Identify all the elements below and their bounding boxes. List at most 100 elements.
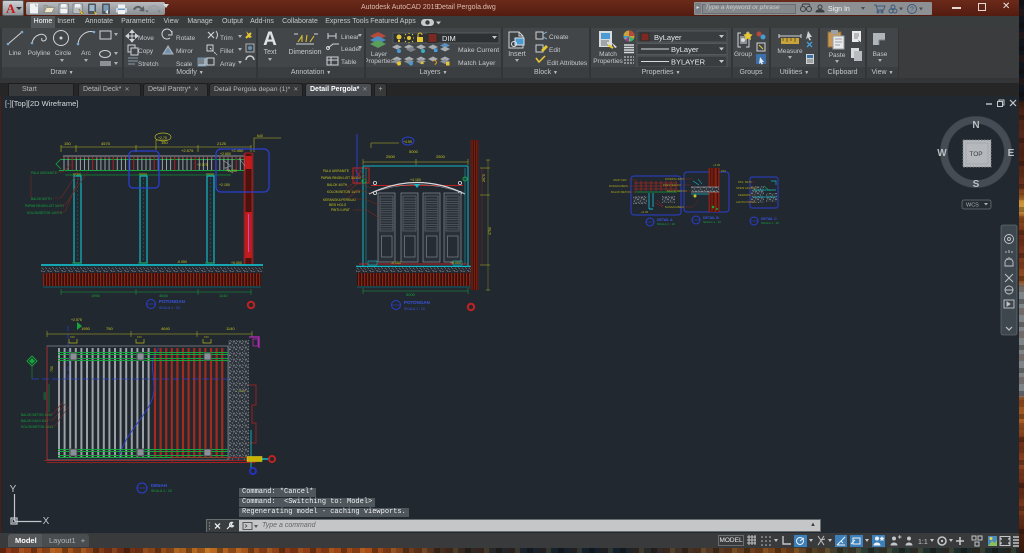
svg-text:PINTU LIPAT: PINTU LIPAT (331, 208, 350, 212)
svg-text:Line: Line (9, 50, 22, 57)
svg-text:5000: 5000 (409, 149, 419, 154)
svg-text:2500: 2500 (386, 154, 396, 159)
svg-text:Fillet: Fillet (220, 48, 234, 55)
svg-text:Arc: Arc (81, 50, 92, 57)
svg-text:WCS: WCS (966, 203, 979, 209)
svg-text:POTONGAN: POTONGAN (404, 300, 430, 305)
svg-text:KOLOM BETON 14/14: KOLOM BETON 14/14 (21, 425, 53, 429)
svg-text:SKALA 1 : 20: SKALA 1 : 20 (159, 306, 180, 310)
svg-text:+0.000: +0.000 (450, 261, 461, 265)
svg-text:PALU UKIRAN/TE: PALU UKIRAN/TE (323, 169, 349, 173)
svg-text:+0.45: +0.45 (238, 389, 246, 393)
svg-text:SKALA 1 : 20: SKALA 1 : 20 (151, 489, 172, 493)
svg-text:4640: 4640 (159, 293, 169, 298)
svg-text:N: N (972, 120, 979, 131)
svg-text:BALOK KAYU 6/12: BALOK KAYU 6/12 (21, 419, 48, 423)
svg-text:+4.150: +4.150 (410, 178, 421, 182)
svg-text:BYLAYER: BYLAYER (671, 58, 706, 67)
svg-text:2125: 2125 (217, 141, 227, 146)
svg-text:Properties: Properties (593, 58, 623, 65)
svg-text:150: 150 (204, 335, 209, 339)
svg-text:BALOK 8X/TH: BALOK 8X/TH (31, 197, 52, 201)
svg-text:+2.575: +2.575 (181, 148, 194, 153)
svg-text:150: 150 (721, 169, 726, 173)
svg-text:640: 640 (257, 134, 263, 138)
svg-text:KOLOM BETON 14X/TH: KOLOM BETON 14X/TH (27, 211, 63, 215)
svg-text:Dimension: Dimension (288, 49, 321, 56)
svg-text:Linear: Linear (341, 34, 360, 41)
svg-text:PLESTER ACI: PLESTER ACI (663, 183, 681, 187)
svg-text:Insert: Insert (508, 51, 526, 58)
svg-text:POTONGAN: POTONGAN (159, 299, 185, 304)
svg-text:?: ? (910, 7, 914, 14)
svg-text:X: X (43, 516, 50, 527)
svg-text:KERAMIK: KERAMIK (738, 193, 751, 197)
svg-text:BALOK BETON: BALOK BETON (611, 190, 631, 194)
svg-text:TOP: TOP (969, 151, 982, 158)
svg-text:-0.050: -0.050 (391, 261, 401, 265)
svg-text:Layer: Layer (371, 51, 388, 58)
svg-text:BALOK BETON 15/20: BALOK BETON 15/20 (21, 413, 53, 417)
svg-text:+2.330: +2.330 (226, 169, 237, 173)
svg-text:Edit: Edit (549, 47, 560, 54)
svg-text:150: 150 (137, 335, 142, 339)
svg-text:Mirror: Mirror (176, 48, 194, 55)
svg-text:+0.45: +0.45 (641, 210, 649, 214)
svg-text:E: E (1008, 148, 1015, 159)
svg-text:W: W (937, 148, 947, 159)
svg-text:Stretch: Stretch (138, 61, 159, 67)
svg-text:Make Current: Make Current (458, 47, 499, 54)
svg-text:ByLayer: ByLayer (654, 33, 682, 42)
svg-text:+2.75: +2.75 (158, 136, 167, 140)
svg-text:1950: 1950 (81, 326, 91, 331)
svg-text:4640: 4640 (161, 326, 171, 331)
svg-text:PAPAN RINGN LIST 30/200: PAPAN RINGN LIST 30/200 (321, 176, 361, 180)
svg-text:+0.000: +0.000 (231, 261, 242, 265)
svg-text:150: 150 (64, 141, 71, 146)
svg-text:Match: Match (599, 51, 617, 58)
svg-text:Paste: Paste (829, 52, 846, 59)
svg-text:2670: 2670 (482, 174, 486, 182)
svg-text:Circle: Circle (55, 50, 72, 57)
svg-text:Group: Group (734, 51, 752, 58)
svg-text:5000: 5000 (406, 292, 416, 297)
svg-text:ATAP GRC: ATAP GRC (613, 178, 627, 182)
svg-text:ByLayer: ByLayer (671, 45, 699, 54)
svg-text:Measure: Measure (777, 48, 803, 55)
svg-text:KOLOM BETON 14/TH: KOLOM BETON 14/TH (327, 190, 361, 194)
svg-text:+2.575: +2.575 (71, 318, 82, 322)
svg-text:RANGKA BESI: RANGKA BESI (609, 184, 628, 188)
svg-text:+4.59: +4.59 (403, 140, 412, 144)
svg-text:4750: 4750 (488, 227, 492, 235)
svg-text:150: 150 (70, 335, 75, 339)
svg-text:Polyline: Polyline (28, 50, 51, 57)
svg-text:2600: 2600 (43, 392, 47, 400)
svg-text:KERANGKA PERKUAT: KERANGKA PERKUAT (323, 198, 356, 202)
svg-text:1140: 1140 (226, 326, 235, 331)
svg-text:+2.650: +2.650 (220, 152, 231, 156)
svg-text:SKALA 1 : 10: SKALA 1 : 10 (761, 221, 779, 225)
svg-text:PAPAN RINGN LIST 30/TH: PAPAN RINGN LIST 30/TH (25, 204, 64, 208)
svg-text:2500: 2500 (436, 154, 446, 159)
svg-text:Text: Text (264, 49, 277, 56)
svg-text:Table: Table (341, 59, 357, 66)
svg-text:DINDING BATA: DINDING BATA (665, 177, 685, 181)
svg-text:Trim: Trim (220, 35, 233, 42)
svg-text:+2.575: +2.575 (197, 163, 208, 167)
svg-text:1140: 1140 (219, 293, 228, 298)
svg-text:Create: Create (549, 34, 569, 41)
svg-text:750: 750 (106, 326, 113, 331)
svg-text:Match Layer: Match Layer (458, 60, 496, 67)
svg-text:750: 750 (50, 366, 54, 372)
svg-text:1950: 1950 (91, 293, 101, 298)
svg-text:Sign In: Sign In (828, 6, 850, 13)
svg-text:SKALA 1 : 10: SKALA 1 : 10 (657, 222, 675, 226)
svg-text:4575: 4575 (101, 141, 111, 146)
svg-text:-0.050: -0.050 (177, 260, 187, 264)
svg-text:Rotate: Rotate (176, 35, 196, 42)
svg-text:PALU UKIRAN/TE: PALU UKIRAN/TE (31, 171, 57, 175)
svg-text:BALOK 40/TH: BALOK 40/TH (327, 183, 348, 187)
svg-text:1:1: 1:1 (918, 539, 928, 546)
svg-text:+3.05: +3.05 (713, 163, 721, 167)
svg-text:SKALA 1 : 20: SKALA 1 : 20 (404, 307, 425, 311)
